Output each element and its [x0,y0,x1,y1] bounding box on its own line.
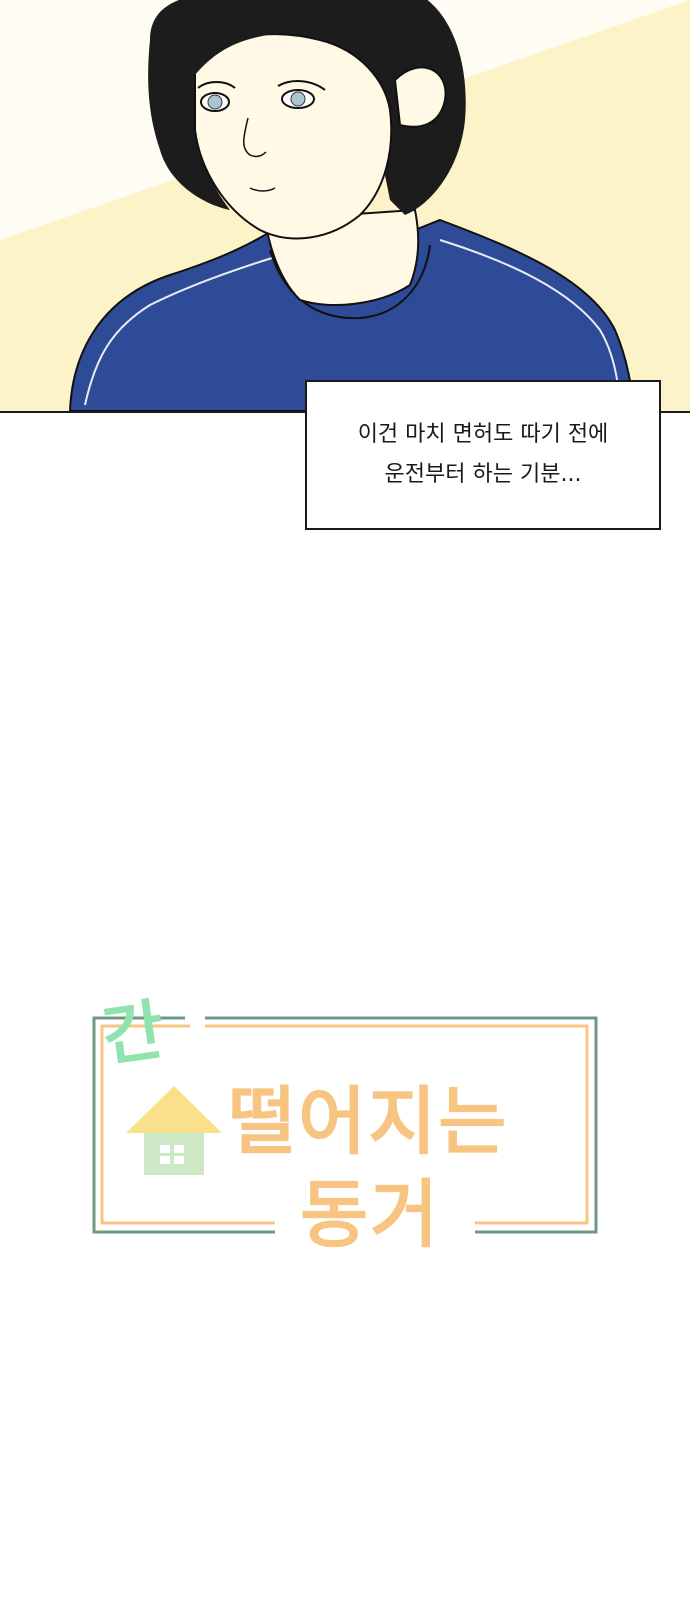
character-illustration [0,0,690,411]
logo-title-line-1: 떨어지는 [228,1079,509,1165]
house-roof-icon [126,1086,222,1133]
logo-title-line-2: 동거 [300,1172,441,1258]
comic-panel [0,0,690,413]
house-body-icon [144,1133,204,1175]
title-logo: 간 떨어지는 동거 [90,980,610,1270]
left-iris [207,94,223,110]
caption-line-2: 운전부터 하는 기분... [384,462,582,487]
right-iris [290,91,306,107]
house-window-3 [160,1156,170,1164]
house-window-1 [160,1145,170,1153]
logo-gan: 간 [97,991,169,1076]
caption-box: 이건 마치 면허도 따기 전에 운전부터 하는 기분... [305,380,661,530]
house-window-2 [174,1145,184,1153]
caption-line-1: 이건 마치 면허도 따기 전에 [357,422,609,447]
house-window-4 [174,1156,184,1164]
